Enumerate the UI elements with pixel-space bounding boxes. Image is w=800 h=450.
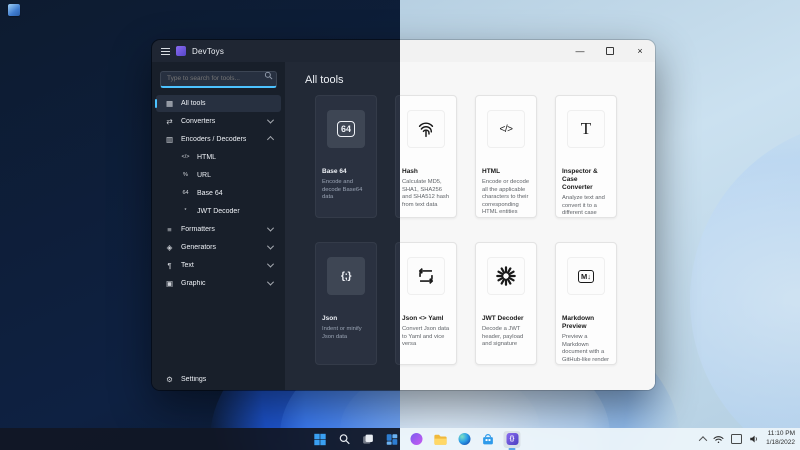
bloom-petal: [690, 120, 800, 450]
maximize-button[interactable]: [595, 40, 625, 62]
sidebar-item-converters[interactable]: ⇄ Converters: [156, 113, 281, 130]
json-braces-icon: {;}: [327, 257, 365, 295]
edge-icon[interactable]: [456, 431, 473, 448]
chevron-down-icon: [266, 116, 275, 124]
tool-card-inspector-case-converter[interactable]: T Inspector & Case Converter Analyze tex…: [555, 95, 617, 218]
screen: DevToys — ×: [0, 0, 800, 450]
store-icon[interactable]: [480, 431, 497, 448]
generators-icon: ◈: [166, 242, 173, 252]
chevron-up-icon: [266, 135, 275, 143]
tool-card-base64[interactable]: 64 Base 64 Encode and decode Base64 data: [315, 95, 377, 218]
speaker-icon[interactable]: [749, 434, 759, 444]
sidebar-item-base64[interactable]: 64 Base 64: [156, 185, 281, 202]
base64-card-icon: 64: [327, 110, 365, 148]
task-view-icon[interactable]: [360, 431, 377, 448]
burst-icon: [487, 257, 525, 295]
sidebar-item-url[interactable]: % URL: [156, 167, 281, 184]
sidebar-item-generators[interactable]: ◈ Generators: [156, 239, 281, 256]
markdown-icon: M↓: [567, 257, 605, 295]
tray-chevron-up-icon[interactable]: [698, 436, 708, 445]
jwt-tool-icon: *: [184, 208, 187, 214]
url-tool-icon: %: [183, 172, 188, 178]
sidebar-nav: ▦ All tools ⇄ Converters ▥ Encoders / De…: [152, 94, 285, 369]
sidebar-item-encoders-decoders[interactable]: ▥ Encoders / Decoders: [156, 131, 281, 148]
desktop-icon-recycle-bin[interactable]: [8, 4, 20, 16]
formatters-icon: ≡: [167, 224, 172, 234]
widgets-icon[interactable]: [384, 431, 401, 448]
chevron-down-icon: [266, 242, 275, 250]
encoders-decoders-icon: ▥: [165, 134, 174, 144]
search-icon: [264, 71, 273, 80]
chevron-down-icon: [266, 260, 275, 268]
sidebar-item-formatters[interactable]: ≡ Formatters: [156, 221, 281, 238]
maximize-icon: [606, 47, 614, 55]
tool-card-hash[interactable]: Hash Calculate MD5, SHA1, SHA256 and SHA…: [400, 95, 457, 218]
text-icon: ¶: [167, 260, 172, 270]
all-tools-icon: ▦: [165, 98, 174, 108]
sidebar-item-jwt-decoder[interactable]: * JWT Decoder: [156, 203, 281, 220]
html-tool-icon: </>: [181, 154, 190, 160]
tool-card-html[interactable]: </> HTML Encode or decode all the applic…: [475, 95, 537, 218]
graphic-icon: ▣: [165, 278, 174, 288]
gear-icon: ⚙: [166, 374, 173, 384]
base64-tool-icon: 64: [182, 190, 189, 196]
sidebar-item-graphic[interactable]: ▣ Graphic: [156, 275, 281, 292]
minimize-button[interactable]: —: [565, 40, 595, 62]
sidebar-item-html[interactable]: </> HTML: [156, 149, 281, 166]
sidebar-item-all-tools[interactable]: ▦ All tools: [155, 94, 281, 112]
window-title: DevToys: [192, 46, 225, 56]
letter-t-icon: T: [567, 110, 605, 148]
taskbar-clock[interactable]: 11:10 PM 1/18/2022: [766, 430, 795, 448]
chevron-down-icon: [266, 224, 275, 232]
chevron-down-icon: [266, 278, 275, 286]
hamburger-menu-icon[interactable]: [161, 47, 170, 55]
tool-card-markdown-preview[interactable]: M↓ Markdown Preview Preview a Markdown d…: [555, 242, 617, 365]
close-button[interactable]: ×: [625, 40, 655, 62]
fingerprint-icon: [407, 110, 445, 148]
tool-card-json[interactable]: {;} Json Indent or minify Json data: [315, 242, 377, 365]
devtoys-logo-icon: [176, 46, 186, 56]
touch-keyboard-icon[interactable]: [731, 434, 743, 444]
taskbar-search-icon[interactable]: [336, 431, 353, 448]
chat-icon[interactable]: [408, 431, 425, 448]
tool-card-jwt-decoder[interactable]: JWT Decoder Decode a JWT header, payload…: [475, 242, 537, 365]
wifi-icon[interactable]: [713, 435, 724, 444]
file-explorer-icon[interactable]: [432, 431, 449, 448]
search-input[interactable]: [160, 70, 277, 88]
converters-icon: ⇄: [166, 116, 173, 126]
tool-card-json-yaml[interactable]: Json <> Yaml Convert Json data to Yaml a…: [400, 242, 457, 365]
clock-time: 11:10 PM: [767, 430, 795, 438]
devtoys-taskbar-icon[interactable]: {}: [503, 430, 521, 450]
system-tray: 11:10 PM 1/18/2022: [698, 428, 795, 450]
repeat-loop-icon: [407, 257, 445, 295]
sidebar-item-settings[interactable]: ⚙ Settings: [152, 368, 285, 390]
code-tags-icon: </>: [487, 110, 525, 148]
sidebar: ▦ All tools ⇄ Converters ▥ Encoders / De…: [152, 62, 285, 390]
clock-date: 1/18/2022: [766, 439, 795, 446]
sidebar-item-text[interactable]: ¶ Text: [156, 257, 281, 274]
start-button[interactable]: [312, 431, 329, 448]
